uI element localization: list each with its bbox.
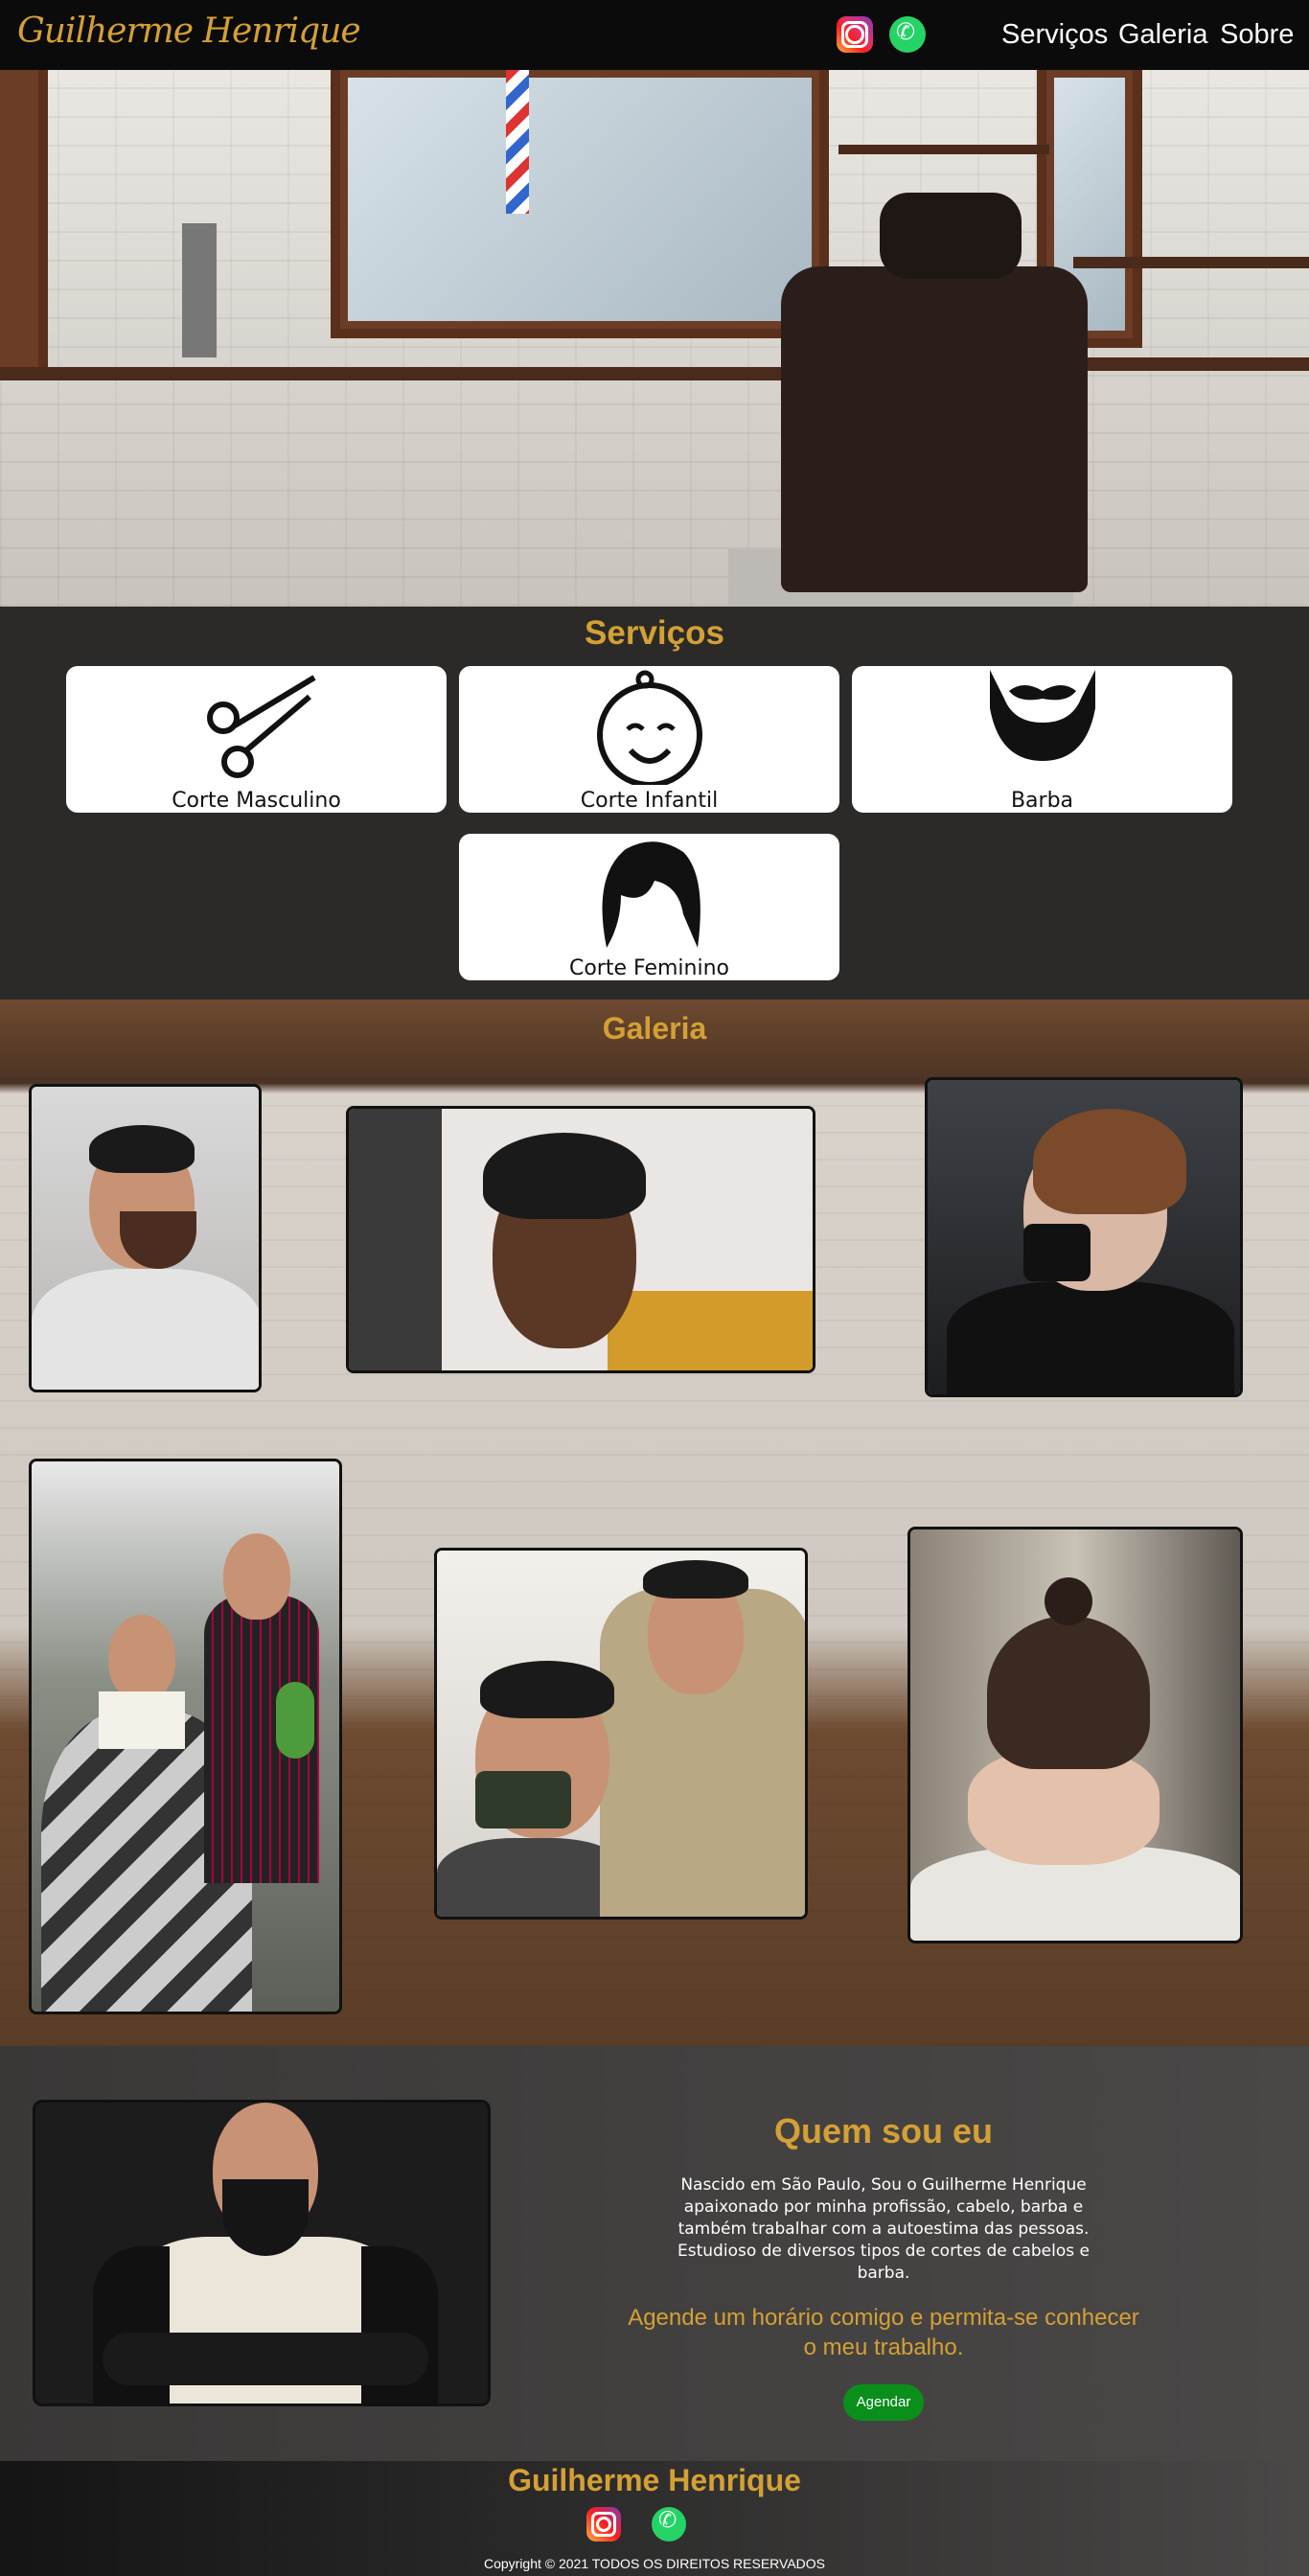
gallery-photo[interactable] <box>925 1077 1243 1397</box>
scissors-icon <box>206 675 316 778</box>
gallery-title: Galeria <box>602 1011 707 1046</box>
schedule-button[interactable]: Agendar <box>843 2384 924 2421</box>
site-header: Guilherme Henrique Serviços Galeria Sobr… <box>0 0 1309 70</box>
nav-galeria[interactable]: Galeria <box>1118 19 1208 51</box>
hero-banner-image <box>0 70 1309 607</box>
baby-face-icon <box>596 670 702 785</box>
instagram-icon[interactable] <box>586 2507 621 2542</box>
site-logo[interactable]: Guilherme Henrique <box>17 12 361 51</box>
whatsapp-icon[interactable] <box>889 16 926 53</box>
gallery-section: Galeria <box>0 1000 1309 2046</box>
gallery-photo[interactable] <box>29 1084 262 1392</box>
services-title: Serviços <box>585 614 724 652</box>
service-label: Corte Feminino <box>568 956 729 980</box>
about-title: Quem sou eu <box>773 2111 994 2150</box>
about-section: Quem sou eu Nascido em São Paulo, Sou o … <box>0 2046 1309 2461</box>
gallery-photo[interactable] <box>346 1106 815 1373</box>
footer-name: Guilherme Henrique <box>508 2463 801 2497</box>
gallery-photo[interactable] <box>434 1548 808 1920</box>
female-hair-icon <box>602 841 700 948</box>
service-label: Barba <box>1010 789 1074 813</box>
about-cta-text: Agende um horário comigo e permita-se co… <box>628 2305 1139 2360</box>
service-card-barba[interactable]: Barba <box>852 666 1232 813</box>
service-label: Corte Masculino <box>172 789 341 813</box>
gallery-photo[interactable] <box>29 1459 342 2014</box>
about-description: Nascido em São Paulo, Sou o Guilherme He… <box>677 2175 1090 2283</box>
service-label: Corte Infantil <box>580 789 719 813</box>
copyright-text: Copyright © 2021 TODOS OS DIREITOS RESER… <box>483 2556 826 2571</box>
beard-icon <box>989 670 1095 761</box>
profile-photo <box>33 2100 491 2406</box>
whatsapp-icon[interactable] <box>652 2507 686 2542</box>
service-card-corte-masculino[interactable]: Corte Masculino <box>66 666 447 813</box>
nav-sobre[interactable]: Sobre <box>1220 19 1294 51</box>
services-section: Serviços Corte Masculino Corte Infantil … <box>0 607 1309 1000</box>
service-card-corte-feminino[interactable]: Corte Feminino <box>459 834 839 980</box>
nav-servicos[interactable]: Serviços <box>1001 19 1108 51</box>
service-card-corte-infantil[interactable]: Corte Infantil <box>459 666 839 813</box>
instagram-icon[interactable] <box>837 16 873 53</box>
gallery-photo[interactable] <box>907 1527 1243 1944</box>
site-footer: Guilherme Henrique Copyright © 2021 TODO… <box>0 2461 1309 2576</box>
